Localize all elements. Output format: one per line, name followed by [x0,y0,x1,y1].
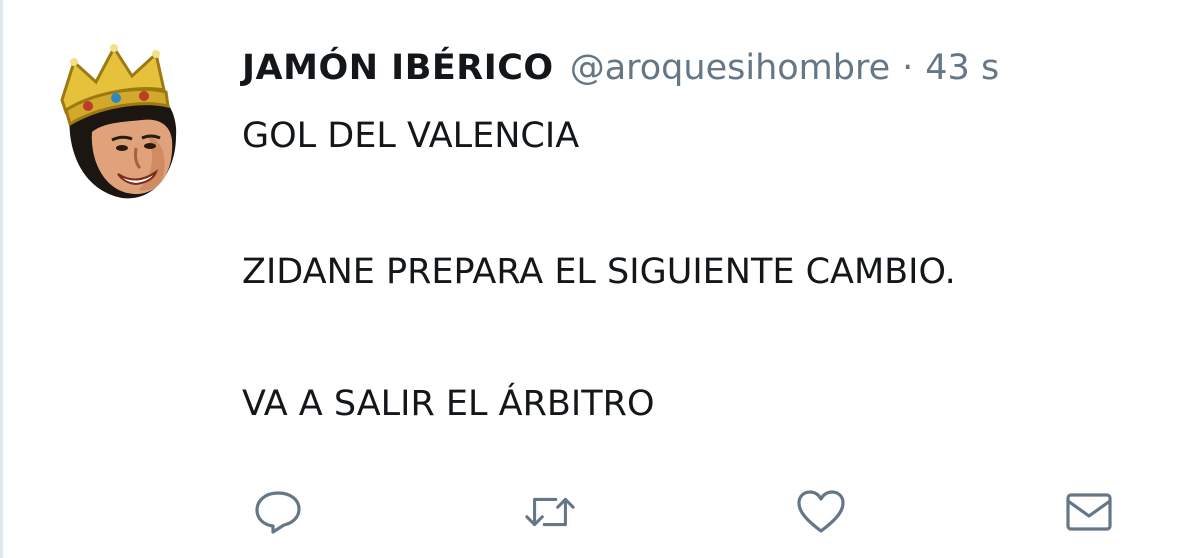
like-button[interactable] [794,487,848,537]
retweet-arrows-icon [525,497,575,527]
header-separator: · [902,48,914,88]
tweet-text-line: GOL DEL VALENCIA [242,116,580,156]
reply-button[interactable] [251,487,305,537]
heart-icon [797,490,845,533]
direct-message-button[interactable] [1062,487,1116,537]
avatar[interactable] [52,40,184,202]
tweet-text-line: VA A SALIR EL ÁRBITRO [242,384,655,424]
tweet-left-divider [0,0,3,558]
tweet-timestamp[interactable]: 43 s [925,48,999,88]
retweet-button[interactable] [523,487,577,537]
display-name[interactable]: JAMÓN IBÉRICO [242,48,554,88]
user-handle[interactable]: @aroquesihombre [570,48,890,88]
crowned-face-avatar-image [60,44,177,199]
tweet-header: JAMÓN IBÉRICO @aroquesihombre · 43 s [242,42,999,94]
tweet-text-line: ZIDANE PREPARA EL SIGUIENTE CAMBIO. [242,252,956,292]
envelope-icon [1066,493,1112,531]
reply-bubble-icon [255,491,301,534]
